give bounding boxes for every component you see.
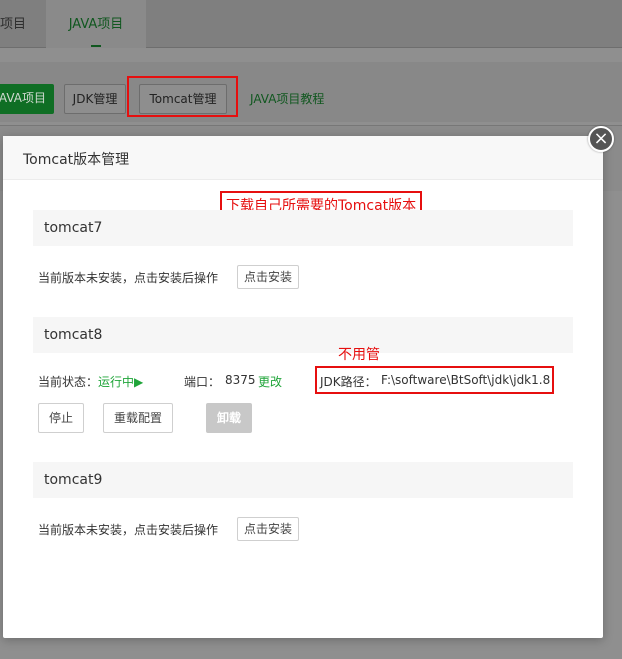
tab-java-projects[interactable]: JAVA项目	[46, 0, 146, 48]
tomcat8-stop-button[interactable]: 停止	[38, 403, 84, 433]
tab-projects[interactable]: 项目	[0, 0, 46, 48]
tomcat8-change-port-link[interactable]: 更改	[258, 373, 282, 390]
tomcat9-status-text: 当前版本未安装，点击安装后操作	[38, 523, 219, 537]
add-java-project-button[interactable]: JAVA项目	[0, 84, 54, 114]
dialog-title: Tomcat版本管理	[23, 152, 130, 168]
tomcat7-install-button[interactable]: 点击安装	[237, 265, 300, 289]
version-header-tomcat7: tomcat7	[33, 210, 573, 246]
dialog-header: Tomcat版本管理	[3, 136, 603, 180]
jdk-manage-button[interactable]: JDK管理	[64, 84, 126, 114]
top-tab-bar: 项目 JAVA项目	[0, 0, 622, 48]
tomcat8-uninstall-button[interactable]: 卸载	[206, 403, 252, 433]
close-icon[interactable]: ×	[588, 126, 614, 152]
annotation-ignore: 不用管	[338, 347, 380, 363]
tomcat8-port-label: 端口：	[184, 375, 221, 389]
tomcat8-jdk-path: F:\software\BtSoft\jdk\jdk1.8	[381, 373, 551, 387]
version-header-tomcat8: tomcat8	[33, 317, 573, 353]
tomcat8-jdk-label: JDK路径：	[320, 375, 377, 389]
tomcat8-reload-config-button[interactable]: 重载配置	[103, 403, 173, 433]
tomcat-button-highlight	[127, 76, 238, 117]
java-tutorial-link[interactable]: JAVA项目教程	[250, 90, 324, 107]
tomcat9-install-button[interactable]: 点击安装	[237, 517, 300, 541]
tomcat8-port-value: 8375	[225, 373, 256, 387]
version-header-tomcat9: tomcat9	[33, 462, 573, 498]
tomcat8-status-value: 运行中▶	[98, 375, 144, 389]
tomcat8-status-label: 当前状态：	[38, 375, 99, 389]
tomcat7-status-text: 当前版本未安装，点击安装后操作	[38, 271, 219, 285]
